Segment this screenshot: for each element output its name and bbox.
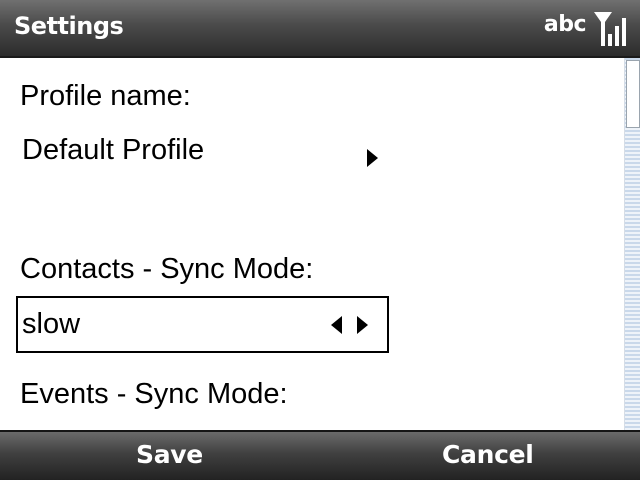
settings-screen: Settings abc Profile name: Default Profi…	[0, 0, 640, 480]
input-mode-indicator: abc	[543, 12, 587, 37]
page-title: Settings	[14, 12, 124, 40]
events-sync-mode-label: Events - Sync Mode:	[20, 378, 288, 410]
save-button[interactable]: Save	[136, 440, 203, 469]
arrow-right-icon[interactable]	[357, 316, 368, 334]
contacts-sync-mode-label: Contacts - Sync Mode:	[20, 253, 314, 285]
scrollbar-thumb[interactable]	[626, 60, 640, 128]
contacts-sync-mode-spinner[interactable]: slow	[16, 296, 389, 353]
arrow-right-icon[interactable]	[367, 149, 378, 167]
contacts-sync-mode-value: slow	[22, 308, 81, 340]
scrollbar[interactable]	[624, 58, 640, 430]
signal-strength-icon	[594, 12, 626, 46]
profile-name-label: Profile name:	[20, 80, 191, 112]
title-bar: Settings abc	[0, 0, 640, 58]
settings-form: Profile name: Default Profile Contacts -…	[0, 58, 624, 430]
arrow-left-icon[interactable]	[331, 316, 342, 334]
softkey-bar: Save Cancel	[0, 430, 640, 480]
cancel-button[interactable]: Cancel	[442, 440, 534, 469]
profile-name-value[interactable]: Default Profile	[22, 134, 204, 167]
